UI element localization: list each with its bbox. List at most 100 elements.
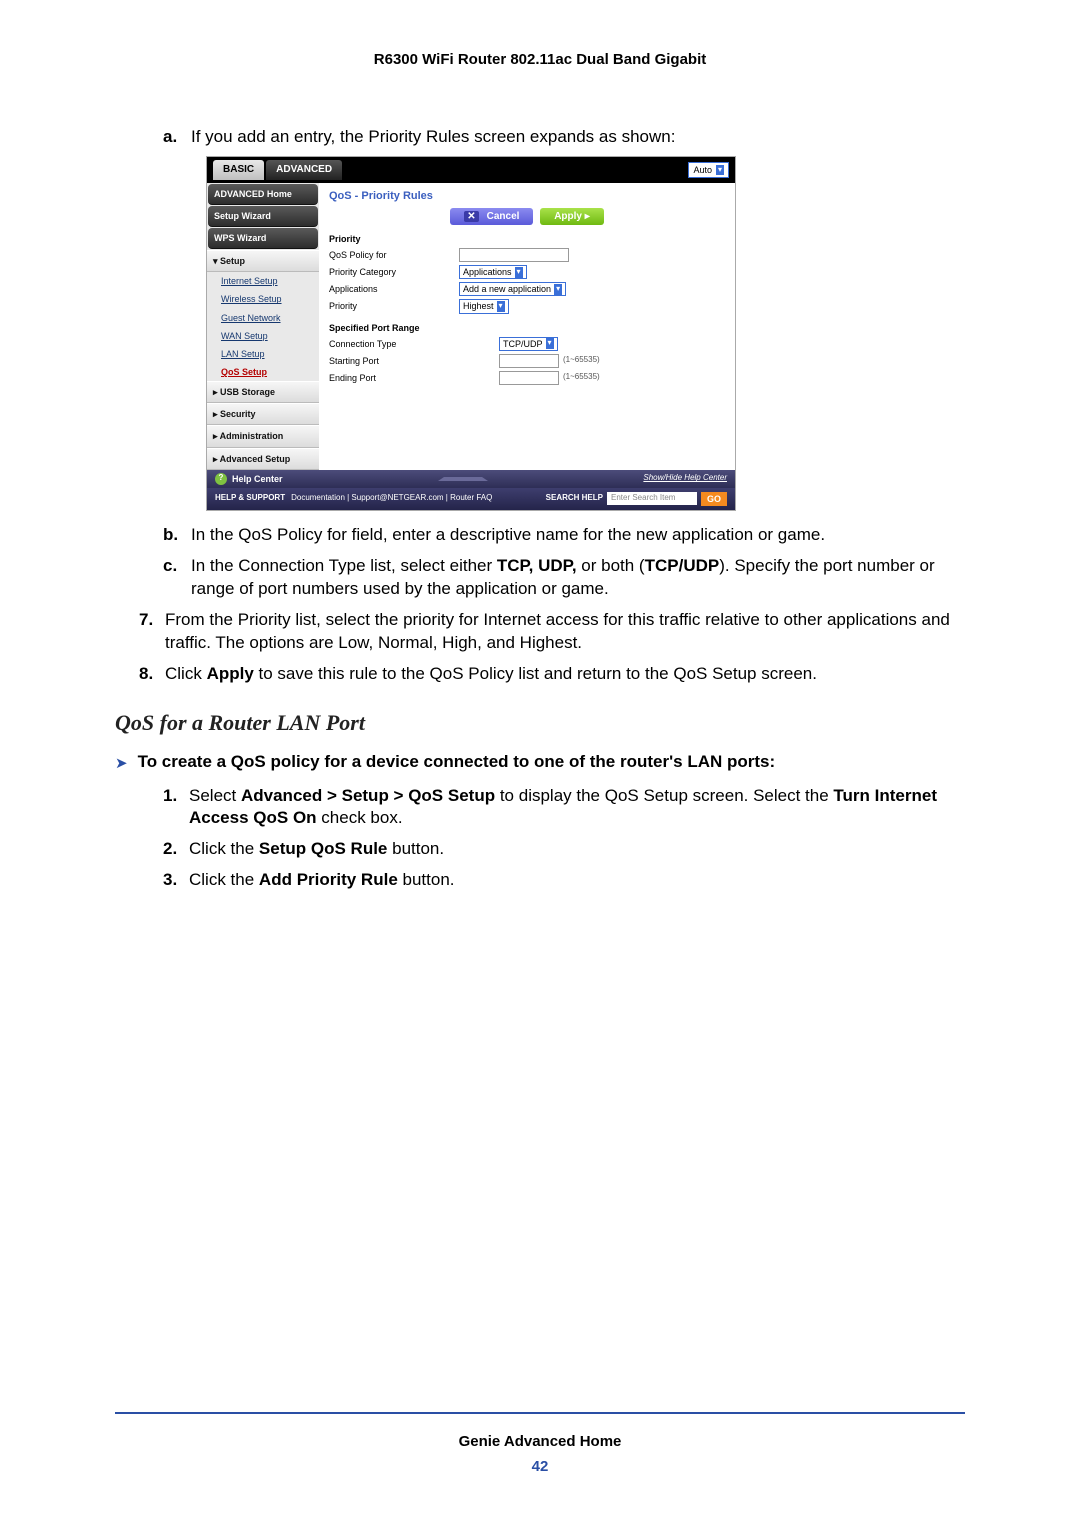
content-panel: QoS - Priority Rules Cancel Apply Priori… [319, 183, 735, 470]
auto-label: Auto [693, 164, 712, 176]
select-category-value: Applications [463, 266, 512, 278]
step-a: a. If you add an entry, the Priority Rul… [163, 126, 965, 149]
input-start-port[interactable] [499, 354, 559, 368]
select-priority[interactable]: Highest▾ [459, 299, 509, 313]
nav-wireless-setup[interactable]: Wireless Setup [207, 290, 319, 308]
step-c: c. In the Connection Type list, select e… [163, 555, 965, 601]
label-port-range: Specified Port Range [329, 322, 459, 334]
nav-wps-wizard[interactable]: WPS Wizard [208, 228, 318, 249]
marker-a: a. [163, 126, 191, 149]
select-conn-type[interactable]: TCP/UDP▾ [499, 337, 558, 351]
search-help-label: SEARCH HELP [546, 493, 603, 504]
help-center-label: Help Center [232, 473, 283, 485]
marker-b: b. [163, 524, 191, 547]
help-center-bar[interactable]: ? Help Center Show/Hide Help Center [207, 470, 735, 488]
arrow-icon: ➤ [115, 754, 128, 774]
apply-button[interactable]: Apply [540, 208, 604, 226]
p1-b1: Advanced > Setup > QoS Setup [241, 786, 495, 805]
help-icon: ? [215, 473, 227, 485]
procedure-intro: ➤ To create a QoS policy for a device co… [115, 751, 965, 774]
nav-advanced-home[interactable]: ADVANCED Home [208, 184, 318, 205]
tab-basic[interactable]: BASIC [213, 160, 264, 180]
proc-step-2: 2. Click the Setup QoS Rule button. [163, 838, 965, 861]
marker-8: 8. [139, 663, 165, 686]
label-priority: Priority [329, 300, 459, 312]
procedure-intro-text: To create a QoS policy for a device conn… [138, 751, 776, 774]
go-button[interactable]: GO [701, 492, 727, 506]
nav-setup[interactable]: ▾ Setup [207, 250, 319, 272]
nav-qos-setup[interactable]: QoS Setup [207, 363, 319, 381]
topbar: BASIC ADVANCED Auto ▾ [207, 157, 735, 183]
step-c-text: In the Connection Type list, select eith… [191, 555, 965, 601]
step-7: 7. From the Priority list, select the pr… [139, 609, 965, 655]
nav-guest-network[interactable]: Guest Network [207, 309, 319, 327]
marker-p2: 2. [163, 838, 189, 861]
chevron-down-icon: ▾ [716, 165, 724, 176]
p1-mid: to display the QoS Setup screen. Select … [495, 786, 833, 805]
support-label: HELP & SUPPORT [215, 493, 285, 504]
label-start-port: Starting Port [329, 355, 459, 367]
nav-setup-wizard[interactable]: Setup Wizard [208, 206, 318, 227]
marker-p3: 3. [163, 869, 189, 892]
showhide-link[interactable]: Show/Hide Help Center [643, 473, 727, 484]
step-a-text: If you add an entry, the Priority Rules … [191, 126, 675, 149]
qos-screenshot: BASIC ADVANCED Auto ▾ ADVANCED Home Setup… [207, 157, 735, 510]
p3-post: button. [398, 870, 455, 889]
marker-c: c. [163, 555, 191, 601]
p2-text: Click the Setup QoS Rule button. [189, 838, 444, 861]
chevron-down-icon: ▾ [554, 284, 562, 295]
label-policy-for: QoS Policy for [329, 249, 459, 261]
marker-7: 7. [139, 609, 165, 655]
select-applications[interactable]: Add a new application▾ [459, 282, 566, 296]
label-applications: Applications [329, 283, 459, 295]
c-b1: TCP, UDP, [497, 556, 577, 575]
p3-pre: Click the [189, 870, 259, 889]
nav-lan-setup[interactable]: LAN Setup [207, 345, 319, 363]
select-conn-type-value: TCP/UDP [503, 338, 543, 350]
hint-end-range: (1~65535) [563, 372, 600, 383]
nav-internet-setup[interactable]: Internet Setup [207, 272, 319, 290]
nav-security[interactable]: ▸ Security [207, 403, 319, 425]
support-bar: HELP & SUPPORT Documentation | Support@N… [207, 488, 735, 510]
p2-pre: Click the [189, 839, 259, 858]
nav-administration[interactable]: ▸ Administration [207, 425, 319, 447]
step-b-text: In the QoS Policy for field, enter a des… [191, 524, 825, 547]
select-priority-value: Highest [463, 300, 494, 312]
marker-p1: 1. [163, 785, 189, 831]
support-links[interactable]: Documentation | Support@NETGEAR.com | Ro… [291, 493, 492, 504]
tab-advanced[interactable]: ADVANCED [266, 160, 342, 180]
step-b: b. In the QoS Policy for field, enter a … [163, 524, 965, 547]
label-end-port: Ending Port [329, 372, 459, 384]
doc-header: R6300 WiFi Router 802.11ac Dual Band Gig… [115, 50, 965, 70]
nav-usb-storage[interactable]: ▸ USB Storage [207, 381, 319, 403]
hint-start-range: (1~65535) [563, 355, 600, 366]
search-input[interactable]: Enter Search Item [607, 492, 697, 505]
page-number: 42 [115, 1457, 965, 1477]
input-end-port[interactable] [499, 371, 559, 385]
step-7-text: From the Priority list, select the prior… [165, 609, 965, 655]
chevron-down-icon: ▾ [497, 301, 505, 312]
nav-wan-setup[interactable]: WAN Setup [207, 327, 319, 345]
section-heading: QoS for a Router LAN Port [115, 708, 965, 738]
s8-pre: Click [165, 664, 207, 683]
nav-advanced-setup[interactable]: ▸ Advanced Setup [207, 448, 319, 470]
c-b2: TCP/UDP [645, 556, 720, 575]
select-applications-value: Add a new application [463, 283, 551, 295]
p3-text: Click the Add Priority Rule button. [189, 869, 455, 892]
auto-select[interactable]: Auto ▾ [688, 162, 729, 178]
p2-post: button. [387, 839, 444, 858]
panel-title: QoS - Priority Rules [329, 189, 725, 204]
cancel-button[interactable]: Cancel [450, 208, 533, 226]
proc-step-3: 3. Click the Add Priority Rule button. [163, 869, 965, 892]
drag-handle-icon[interactable] [438, 477, 488, 481]
p2-b: Setup QoS Rule [259, 839, 387, 858]
p3-b: Add Priority Rule [259, 870, 398, 889]
input-policy-for[interactable] [459, 248, 569, 262]
select-category[interactable]: Applications▾ [459, 265, 527, 279]
footer-title: Genie Advanced Home [115, 1432, 965, 1452]
chevron-down-icon: ▾ [515, 267, 523, 278]
label-category: Priority Category [329, 266, 459, 278]
p1-pre: Select [189, 786, 241, 805]
p1-post: check box. [317, 808, 403, 827]
step-8: 8. Click Apply to save this rule to the … [139, 663, 965, 686]
